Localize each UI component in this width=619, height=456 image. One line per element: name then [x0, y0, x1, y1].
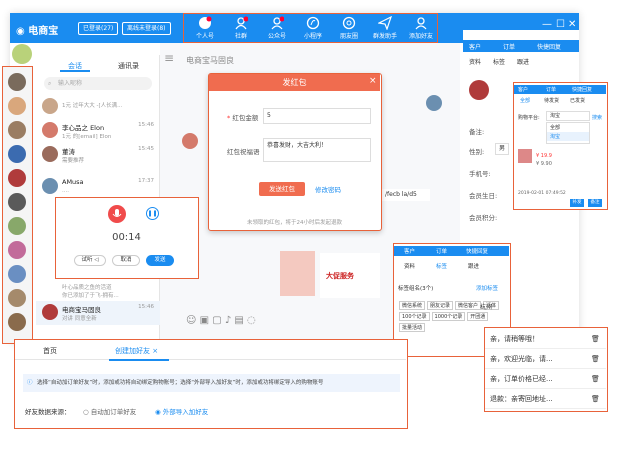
toolbar-icons[interactable]: ☺ ▣ ▢ ♪ ▤ ◌	[186, 315, 256, 326]
amount-label: * 红包金额	[227, 114, 259, 122]
avatar	[182, 133, 198, 149]
avatar	[42, 122, 58, 138]
broadcast-icon	[378, 16, 392, 30]
product-image	[518, 149, 532, 163]
nav-miniprogram[interactable]: 小程序	[295, 16, 331, 40]
group-icon	[235, 16, 248, 30]
avatar[interactable]	[8, 73, 26, 91]
avatar[interactable]	[8, 145, 26, 163]
offline-badge[interactable]: 离线未登录(8)	[122, 22, 171, 35]
avatar[interactable]	[8, 289, 26, 307]
message-bubble: /fecb la/d5	[382, 189, 430, 201]
microphone-icon[interactable]	[108, 205, 126, 223]
quick-reply-list: 亲，请稍等哦！ 🗑 亲，欢迎光临，请... 🗑 亲，订单价格已经... 🗑 退款：亲寄…	[484, 327, 608, 412]
maximize-button[interactable]: ☐	[556, 19, 565, 30]
preview-button[interactable]: 试听 ◁	[74, 255, 106, 266]
promo-image: 大促服务	[320, 253, 380, 298]
pause-icon[interactable]: ❚❚	[146, 207, 159, 220]
refund-tip: 未领取的红包，将于24小时后发起退款	[247, 220, 342, 226]
list-item[interactable]: AMusa.... 17:37	[36, 175, 160, 199]
avatar[interactable]	[8, 193, 26, 211]
avatar[interactable]	[8, 241, 26, 259]
official-account-icon	[271, 16, 284, 30]
voice-recorder: ❚❚ 00:14 试听 ◁ 取消 发送	[55, 197, 199, 279]
promo-image	[280, 251, 315, 296]
tab-contacts[interactable]: 通讯录	[118, 61, 139, 71]
edit-password-link[interactable]: 修改密码	[315, 184, 341, 194]
wish-input[interactable]: 恭喜发财，大吉大利！	[263, 138, 371, 162]
radio-external-import[interactable]: ◉ 外部导入加好友	[155, 406, 208, 416]
red-packet-dialog: 发红包 × * 红包金额 5 红包祝福语 恭喜发财，大吉大利！ 发送红包 修改密…	[208, 73, 382, 231]
list-item[interactable]: 退款：亲寄回地址... 🗑	[485, 390, 606, 409]
nav-personal[interactable]: 个人号	[187, 16, 223, 40]
avatar[interactable]	[8, 97, 26, 115]
customer-tabs: 客户 订单 快捷回复	[463, 40, 579, 52]
chat-icon	[199, 16, 212, 29]
tab-home[interactable]: 首页	[43, 346, 57, 356]
send-red-packet-button[interactable]: 发送红包	[259, 182, 305, 196]
add-friend-icon	[415, 17, 427, 30]
radio-auto-order[interactable]: ○ 自动加订单好友	[83, 406, 136, 416]
list-item[interactable]: 1元 过年大大 -[人长满...	[36, 95, 160, 119]
avatar	[42, 304, 58, 320]
info-icon: ⓘ	[27, 380, 33, 386]
avatar[interactable]	[8, 169, 26, 187]
nav-official[interactable]: 公众号	[259, 16, 295, 40]
platform-options: 全部 淘宝	[546, 122, 590, 144]
logged-in-badge[interactable]: 已登录(27)	[78, 22, 119, 35]
amount-input[interactable]: 5	[263, 108, 371, 124]
avatar	[469, 80, 489, 100]
trash-icon: 🗑	[591, 395, 600, 403]
minimize-button[interactable]: —	[542, 19, 552, 30]
nav-add-friend[interactable]: 添加好友	[403, 16, 439, 40]
platform-select[interactable]: 淘宝	[546, 111, 590, 121]
info-notice: ⓘ 选择“自动加订单好友”时，添加或功将自动绑定购物账号；选择“外部导入加好友”时…	[23, 374, 400, 392]
record-timer: 00:14	[112, 232, 141, 243]
avatar[interactable]	[8, 217, 26, 235]
list-item[interactable]: 电商宝马固良 对讲 同意全新 15:46	[36, 301, 160, 325]
close-button[interactable]: ✕	[568, 19, 576, 30]
nav-group[interactable]: 社群	[223, 16, 259, 40]
tab-create-friend[interactable]: 创建加好友 ×	[115, 346, 158, 356]
avatar[interactable]	[8, 121, 26, 139]
close-icon[interactable]: ×	[152, 347, 158, 355]
list-item[interactable]: 亲，订单价格已经... 🗑	[485, 370, 606, 389]
list-item[interactable]: 李心品之 Elon 1元 的[email] Elon 15:46	[36, 119, 160, 143]
order-popup: 客户 订单 快捷回复 全部 待发货 已发货 购物平台: 淘宝 搜索 全部 淘宝 …	[513, 82, 608, 210]
search-icon: ⌕	[48, 80, 52, 87]
avatar[interactable]	[8, 313, 26, 331]
list-item[interactable]: 亲，请稍等哦！ 🗑	[485, 330, 606, 349]
account-rail	[2, 66, 33, 344]
app-logo: ◉ 电商宝	[16, 26, 59, 37]
wish-label: 红包祝福语	[227, 148, 260, 156]
moments-icon	[342, 16, 356, 30]
trash-icon: 🗑	[591, 355, 600, 363]
avatar	[426, 95, 442, 111]
mini-program-icon	[306, 16, 320, 30]
main-nav: 个人号 社群 公众号 小程序 朋友圈 群发助手 添加好友	[183, 13, 438, 43]
trash-icon: 🗑	[591, 335, 600, 343]
account-avatar[interactable]	[12, 44, 32, 64]
send-button[interactable]: 发送	[146, 255, 174, 266]
avatar	[42, 178, 58, 194]
add-tag-link[interactable]: 添加标签	[476, 284, 498, 292]
trash-icon: 🗑	[591, 375, 600, 383]
cancel-button[interactable]: 取消	[112, 255, 140, 266]
avatar	[42, 146, 58, 162]
search-input[interactable]: ⌕ 输入昵称	[44, 77, 152, 90]
close-icon[interactable]: ×	[369, 76, 377, 86]
dialog-title: 发红包	[209, 74, 380, 91]
tab-underline	[60, 70, 90, 72]
list-item[interactable]: 董涛 需要推荐 15:45	[36, 143, 160, 167]
chat-header: 电商宝马固良	[186, 56, 234, 65]
avatar	[42, 98, 58, 114]
add-friend-panel: 首页 创建加好友 × ⓘ 选择“自动加订单好友”时，添加或功将自动绑定购物账号；选…	[14, 339, 408, 429]
nav-broadcast[interactable]: 群发助手	[367, 16, 403, 40]
avatar[interactable]	[8, 265, 26, 283]
list-item[interactable]: 亲，欢迎光临，请... 🗑	[485, 350, 606, 369]
nav-moments[interactable]: 朋友圈	[331, 16, 367, 40]
menu-icon[interactable]: ≡	[164, 51, 174, 65]
